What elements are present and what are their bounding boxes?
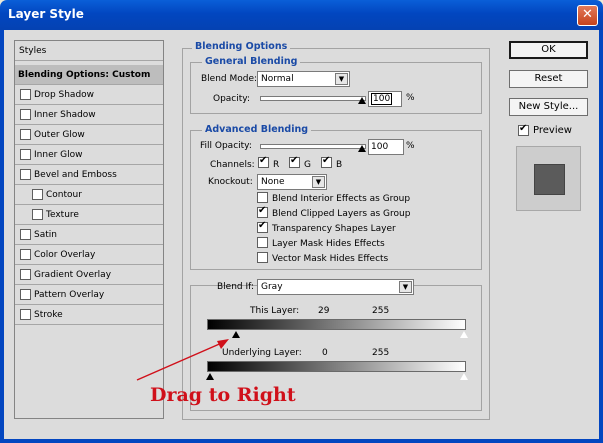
annotation-text: Drag to Right xyxy=(150,384,296,406)
annotation-arrow-icon xyxy=(136,339,229,381)
layer-style-dialog: Layer Style ✕ Styles Blending Options: C… xyxy=(0,0,603,443)
